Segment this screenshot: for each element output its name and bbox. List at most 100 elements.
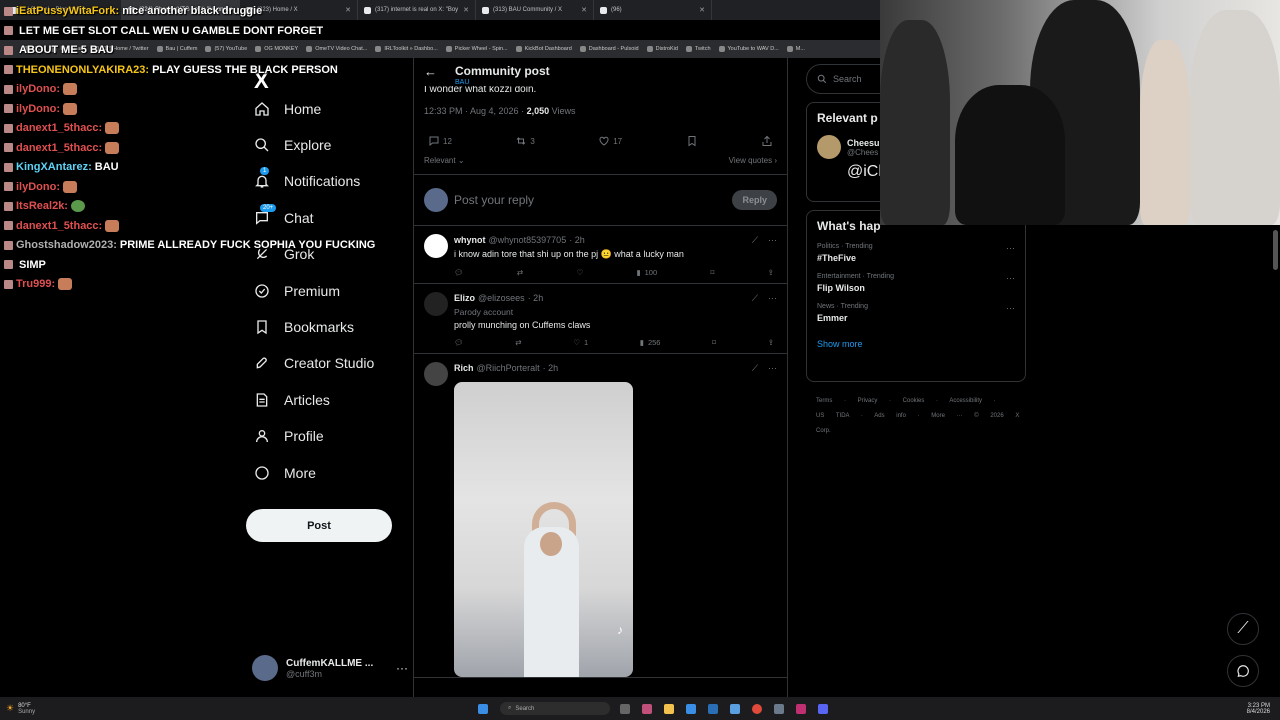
reply-button[interactable]: 💬︎ xyxy=(454,268,464,277)
tweet-video[interactable]: ♪ xyxy=(454,382,633,677)
messages-fab-button[interactable] xyxy=(1227,655,1259,687)
trend-item[interactable]: Entertainment · Trending Flip Wilson ··· xyxy=(817,273,1015,293)
repost-button[interactable]: 3 xyxy=(515,135,535,147)
nav-item-articles[interactable]: Articles xyxy=(254,392,330,408)
close-icon[interactable]: ✕ xyxy=(581,6,587,14)
tweet-author-handle[interactable]: @whynot85397705 xyxy=(489,235,567,245)
chat-username[interactable]: danext1_5thacc: xyxy=(16,220,102,232)
nav-item-more[interactable]: More xyxy=(254,465,316,481)
more-dots-icon[interactable]: ··· xyxy=(1006,273,1015,283)
like-button[interactable]: ♡ xyxy=(576,268,583,277)
chat-username[interactable]: THEONENONLYAKIRA23: xyxy=(16,64,149,76)
chat-username[interactable]: KingXAntarez: xyxy=(16,161,92,173)
bookmark-icon[interactable]: ⌑ xyxy=(710,268,714,277)
tweet[interactable]: Elizo @elizosees · 2h ⟋ ··· Parody account pro… xyxy=(414,284,787,354)
tweet[interactable]: whynot @whynot85397705 · 2h ⟋ ··· i know adin… xyxy=(414,226,787,284)
chat-username[interactable]: ilyDono: xyxy=(16,103,60,115)
windows-start-icon[interactable] xyxy=(478,703,488,714)
bookmark-item[interactable]: KickBot Dashboard xyxy=(515,46,572,52)
grok-fab-button[interactable]: ⟋ xyxy=(1227,613,1259,645)
tweet-author-name[interactable]: Rich xyxy=(454,363,474,373)
footer-links-2[interactable]: US TIDA · Ads info · More ··· © 2026 X C… xyxy=(816,409,1026,439)
chat-username[interactable]: Tru999: xyxy=(16,278,55,290)
chrome-icon[interactable] xyxy=(752,703,762,714)
trend-item[interactable]: Politics · Trending #TheFive ··· xyxy=(817,243,1015,263)
more-dots-icon[interactable]: ··· xyxy=(1006,243,1015,253)
app-icon[interactable] xyxy=(796,703,806,714)
bookmark-item[interactable]: IRLToolkit » Dashbo... xyxy=(375,46,438,52)
chat-username[interactable]: iEatPussyWitaFork: xyxy=(16,5,119,17)
bookmark-item[interactable]: Twitch xyxy=(685,46,711,52)
chat-username[interactable]: Ghostshadow2023: xyxy=(16,239,117,251)
bookmark-favicon-icon xyxy=(579,46,586,52)
bookmark-item[interactable]: DistroKid xyxy=(646,46,678,52)
reply-submit-button[interactable]: Reply xyxy=(732,190,777,210)
views-button[interactable]: ▮ 100 xyxy=(637,268,658,277)
more-dots-icon[interactable]: ··· xyxy=(768,235,777,246)
nav-item-creator-studio[interactable]: Creator Studio xyxy=(254,355,374,371)
avatar[interactable] xyxy=(424,292,448,316)
tweet[interactable]: Rich @RiichPorteralt · 2h ⟋ ··· ♪ xyxy=(414,354,787,678)
scrollbar[interactable] xyxy=(1273,230,1278,270)
browser-tab[interactable]: (313) BAU Community / X ✕ xyxy=(476,0,594,20)
share-button[interactable] xyxy=(761,135,773,147)
sort-relevant-dropdown[interactable]: Relevant ⌄ xyxy=(424,156,465,174)
reply-input[interactable]: Post your reply xyxy=(454,193,726,207)
chat-username[interactable]: ItsReal2k: xyxy=(16,200,68,212)
close-icon[interactable]: ✕ xyxy=(699,6,705,14)
bookmark-item[interactable]: YouTube to WAV D... xyxy=(718,46,779,52)
nav-item-bookmarks[interactable]: Bookmarks xyxy=(254,319,354,335)
more-dots-icon[interactable]: ··· xyxy=(396,661,408,675)
bookmark-item[interactable]: Dashboard - Pulsoid xyxy=(579,46,639,52)
community-name[interactable]: BAU xyxy=(455,79,550,86)
repost-button[interactable]: ⇄ xyxy=(515,338,521,347)
tweet-author-handle[interactable]: @elizosees xyxy=(478,293,525,303)
share-icon[interactable]: ⇪ xyxy=(768,268,774,277)
bookmark-button[interactable] xyxy=(686,135,698,147)
chat-username[interactable]: ilyDono: xyxy=(16,83,60,95)
chat-username[interactable]: danext1_5thacc: xyxy=(16,122,102,134)
discord-icon[interactable] xyxy=(818,703,828,714)
app-icon[interactable] xyxy=(730,703,740,714)
chat-username[interactable]: danext1_5thacc: xyxy=(16,142,102,154)
chat-username[interactable]: ilyDono: xyxy=(16,181,60,193)
like-button[interactable]: 17 xyxy=(598,135,622,147)
grok-icon[interactable]: ⟋ xyxy=(752,235,758,246)
avatar[interactable] xyxy=(424,362,448,386)
app-icon[interactable] xyxy=(708,703,718,714)
app-icon[interactable] xyxy=(642,703,652,714)
edge-icon[interactable] xyxy=(686,703,696,714)
bookmark-item[interactable]: Picker Wheel - Spin... xyxy=(445,46,508,52)
repost-button[interactable]: ⇄ xyxy=(517,268,523,277)
more-dots-icon[interactable]: ··· xyxy=(1006,303,1015,313)
tweet-author-handle[interactable]: @RiichPorteralt xyxy=(477,363,540,373)
views-button[interactable]: ▮ 256 xyxy=(640,338,661,347)
task-view-icon[interactable] xyxy=(620,703,630,714)
show-more-link[interactable]: Show more xyxy=(817,339,1015,349)
back-arrow-icon[interactable]: ← xyxy=(424,64,437,79)
grok-icon[interactable]: ⟋ xyxy=(752,293,758,304)
bookmark-icon[interactable]: ⌑ xyxy=(712,338,716,347)
taskbar-search[interactable]: ⌕ Search xyxy=(500,702,610,715)
more-dots-icon[interactable]: ··· xyxy=(768,363,777,374)
browser-tab[interactable]: (96) ✕ xyxy=(594,0,712,20)
nav-item-profile[interactable]: Profile xyxy=(254,428,324,444)
footer-links[interactable]: Terms · Privacy · Cookies · Accessibilit… xyxy=(816,394,1026,409)
reply-button[interactable]: 💬︎ xyxy=(454,338,464,347)
account-switcher[interactable]: CuffemKALLME ... @cuff3m ··· xyxy=(252,655,408,681)
more-dots-icon[interactable]: ··· xyxy=(768,293,777,304)
share-icon[interactable]: ⇪ xyxy=(768,338,774,347)
app-icon[interactable] xyxy=(774,703,784,714)
like-button[interactable]: ♡ 1 xyxy=(573,338,588,347)
close-icon[interactable]: ✕ xyxy=(463,6,469,14)
post-button[interactable]: Post xyxy=(246,509,392,542)
bookmark-item[interactable]: M... xyxy=(786,46,805,52)
tweet-author-name[interactable]: whynot xyxy=(454,235,486,245)
grok-icon[interactable]: ⟋ xyxy=(752,363,758,374)
avatar[interactable] xyxy=(424,234,448,258)
view-quotes-link[interactable]: View quotes › xyxy=(729,156,777,174)
trend-item[interactable]: News · Trending Emmer ··· xyxy=(817,303,1015,323)
reply-button[interactable]: 12 xyxy=(428,135,452,147)
tweet-author-name[interactable]: Elizo xyxy=(454,293,475,303)
file-explorer-icon[interactable] xyxy=(664,703,674,714)
